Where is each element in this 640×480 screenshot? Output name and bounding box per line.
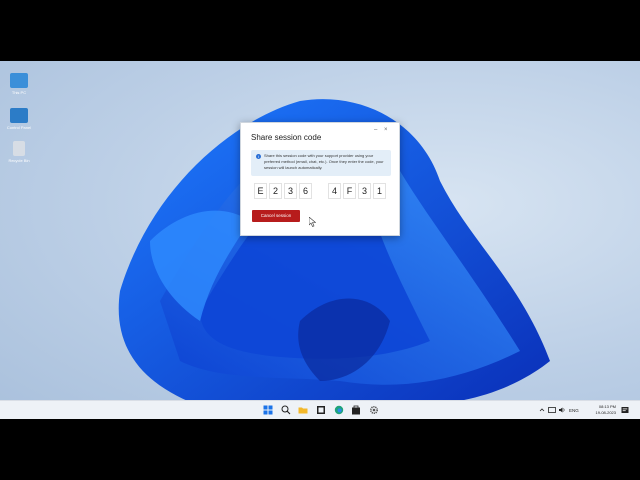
this-pc-icon — [10, 73, 28, 88]
control-panel-icon — [10, 108, 28, 123]
info-icon: i — [256, 154, 261, 159]
code-char: 1 — [373, 183, 386, 199]
close-button[interactable]: × — [384, 127, 388, 133]
settings-gear-icon[interactable] — [369, 405, 379, 415]
info-banner: i Share this session code with your supp… — [251, 150, 391, 176]
recycle-bin-icon — [13, 141, 25, 156]
volume-icon[interactable] — [557, 405, 567, 415]
code-char: F — [343, 183, 356, 199]
share-session-dialog: Share session code – × i Share this sess… — [240, 122, 400, 236]
clock[interactable]: 08:13 PM 19-08-2023 — [590, 404, 616, 416]
code-char: 2 — [269, 183, 282, 199]
code-char: 6 — [299, 183, 312, 199]
desktop-icon-this-pc[interactable]: This PC — [5, 73, 33, 95]
tray-chevron-up-icon[interactable] — [537, 405, 547, 415]
code-char: E — [254, 183, 267, 199]
session-code: E 2 3 6 4 F 3 1 — [254, 183, 391, 199]
notification-icon[interactable] — [620, 405, 630, 415]
desktop-icon-recycle-bin[interactable]: Recycle Bin — [5, 141, 33, 163]
start-windows-icon[interactable] — [263, 405, 273, 415]
code-char: 3 — [358, 183, 371, 199]
language-indicator[interactable]: ENG — [569, 408, 579, 413]
store-icon[interactable] — [351, 405, 361, 415]
minimize-button[interactable]: – — [374, 127, 377, 133]
search-icon[interactable] — [281, 405, 291, 415]
info-text: Share this session code with your suppor… — [264, 153, 384, 170]
cancel-session-button[interactable]: Cancel session — [252, 210, 300, 222]
code-char: 4 — [328, 183, 341, 199]
code-char: 3 — [284, 183, 297, 199]
network-icon[interactable] — [547, 405, 557, 415]
file-explorer-icon[interactable] — [298, 405, 308, 415]
task-view-icon[interactable] — [316, 405, 326, 415]
taskbar: ENG 08:13 PM 19-08-2023 — [0, 400, 640, 419]
windows-bloom-wallpaper — [118, 99, 551, 408]
desktop: This PC Control Panel Recycle Bin — [0, 61, 640, 419]
clock-date: 19-08-2023 — [595, 410, 616, 415]
mouse-cursor-icon — [309, 217, 316, 227]
edge-browser-icon[interactable] — [334, 405, 344, 415]
desktop-icon-control-panel[interactable]: Control Panel — [5, 108, 33, 130]
dialog-title: Share session code — [251, 133, 322, 142]
